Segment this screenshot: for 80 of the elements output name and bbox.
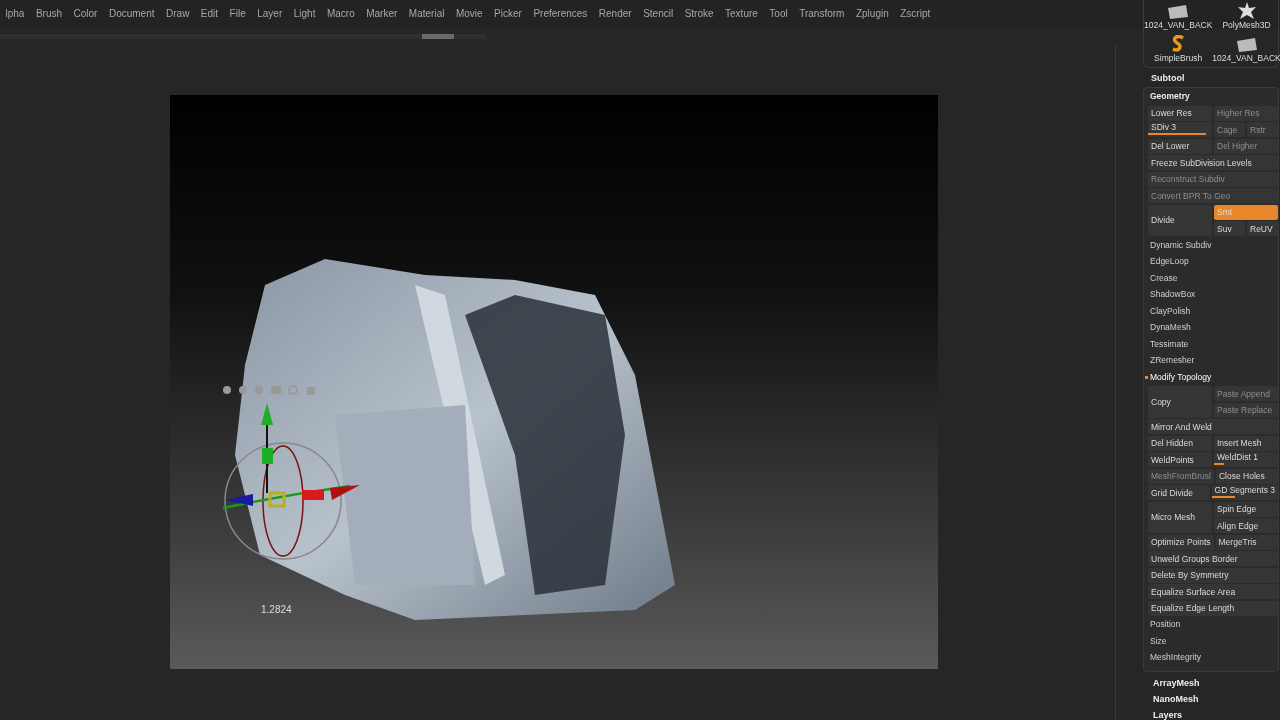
tool-thumbnail[interactable]: 1024_VAN_BACK [1144, 0, 1213, 30]
subpalette-header[interactable]: Layers [1143, 704, 1279, 720]
panel-button[interactable]: Delete By Symmetry [1148, 567, 1278, 583]
menu-item[interactable]: Edit [195, 7, 225, 19]
panel-button[interactable]: MergeTris [1215, 534, 1278, 550]
panel-button[interactable]: Grid Divide [1148, 485, 1210, 500]
subpalette-item[interactable]: ShadowBox [1148, 287, 1278, 302]
subpalette-item[interactable]: Dynamic Subdiv [1148, 237, 1278, 253]
slider[interactable]: GD Segments 3 [1211, 485, 1278, 500]
menu-item[interactable]: Light [288, 7, 322, 19]
subpalette-section[interactable]: Modify Topology [1145, 369, 1278, 385]
brush-s-icon [1171, 35, 1186, 53]
menu-item[interactable]: Color [68, 7, 104, 19]
scroll-track[interactable] [0, 34, 486, 40]
subpalette-item[interactable]: EdgeLoop [1148, 254, 1278, 269]
menu-item[interactable]: Macro [321, 7, 361, 19]
menu-item[interactable]: Preferences [527, 7, 594, 19]
toggle-button[interactable]: ReUV [1247, 221, 1278, 236]
menu-item[interactable]: File [224, 7, 252, 19]
tool-thumbnail[interactable]: SimpleBrush [1144, 30, 1213, 63]
panel-button[interactable]: Align Edge [1214, 518, 1278, 533]
subtool-header[interactable]: Subtool [1143, 68, 1279, 87]
scale-reading: 1.2824 [261, 604, 292, 615]
panel-button[interactable]: Equalize Surface Area [1148, 584, 1278, 599]
menu-item[interactable]: Document [103, 7, 161, 19]
slider[interactable]: WeldDist 1 [1214, 452, 1278, 467]
mesh-thumbnail-icon [1166, 4, 1191, 20]
panel-button[interactable]: Copy [1148, 386, 1212, 418]
menu-item[interactable]: Layer [251, 7, 289, 19]
viewport-canvas[interactable]: 1.2824 [170, 95, 938, 669]
slider-label: SDiv 3 [1151, 122, 1177, 133]
tool-thumbnail[interactable]: PolyMesh3D [1212, 0, 1280, 30]
menu-item[interactable]: Zscript [894, 7, 937, 19]
menu-item[interactable]: Marker [360, 7, 404, 19]
panel-button[interactable]: Del Lower [1148, 138, 1212, 154]
menu-item[interactable]: Movie [450, 7, 489, 19]
star-icon [1236, 2, 1257, 20]
panel-button[interactable]: Unweld Groups Border [1148, 551, 1278, 566]
menu-item[interactable]: Picker [488, 7, 528, 19]
mesh-thumbnail-icon [1234, 37, 1259, 53]
panel-button[interactable]: Insert Mesh [1214, 435, 1278, 451]
toggle-button[interactable]: Suv [1214, 221, 1245, 236]
panel-button[interactable]: Divide [1148, 204, 1212, 236]
subpalette-item[interactable]: MeshIntegrity [1148, 650, 1278, 665]
menu-item[interactable]: Texture [719, 7, 764, 19]
subpalette-item[interactable]: ZRemesher [1148, 353, 1278, 368]
panel-button[interactable]: Freeze SubDivision Levels [1148, 155, 1278, 170]
panel-button[interactable]: Optimize Points [1148, 534, 1214, 550]
panel-button[interactable]: Del Hidden [1148, 435, 1212, 451]
slider-label: GD Segments 3 [1214, 485, 1275, 496]
subpalette-item[interactable]: Tessimate [1148, 336, 1278, 352]
menu-item[interactable]: lpha [0, 7, 31, 19]
panel-button[interactable]: Spin Edge [1214, 501, 1278, 517]
slider[interactable]: SDiv 3 [1148, 122, 1212, 137]
menu-item[interactable]: Tool [763, 7, 794, 19]
panel-button[interactable]: Micro Mesh [1148, 501, 1212, 533]
subpalette-header[interactable]: ArrayMesh [1143, 672, 1279, 688]
menu-item[interactable]: Render [593, 7, 638, 19]
panel-button[interactable]: Mirror And Weld [1148, 419, 1278, 434]
menu-item[interactable]: Brush [30, 7, 69, 19]
scroll-thumb[interactable] [422, 34, 454, 40]
geometry-header[interactable]: Geometry [1148, 89, 1278, 104]
panel-button[interactable]: Close Holes [1216, 468, 1278, 484]
tool-thumbnail[interactable]: 1024_VAN_BACK [1212, 30, 1280, 63]
subpalette-header[interactable]: NanoMesh [1143, 688, 1279, 704]
menu-item[interactable]: Zplugin [850, 7, 895, 19]
menu-item[interactable]: Stencil [637, 7, 680, 19]
menu-item[interactable]: Material [403, 7, 451, 19]
subpalette-item[interactable]: Crease [1148, 270, 1278, 286]
subpalette-item[interactable]: Size [1148, 633, 1278, 649]
slider-label: WeldDist 1 [1217, 452, 1258, 463]
panel-button[interactable]: Equalize Edge Length [1148, 600, 1278, 616]
menu-item[interactable]: Draw [160, 7, 196, 19]
subpalette-item[interactable]: Position [1148, 617, 1278, 632]
subpalette-item[interactable]: ClayPolish [1148, 303, 1278, 319]
menu-item[interactable]: Transform [793, 7, 851, 19]
panel-button[interactable]: WeldPoints [1148, 452, 1212, 467]
subpalette-item[interactable]: DynaMesh [1148, 320, 1278, 335]
panel-button[interactable]: Lower Res [1148, 105, 1212, 121]
menu-item[interactable]: Stroke [679, 7, 720, 19]
